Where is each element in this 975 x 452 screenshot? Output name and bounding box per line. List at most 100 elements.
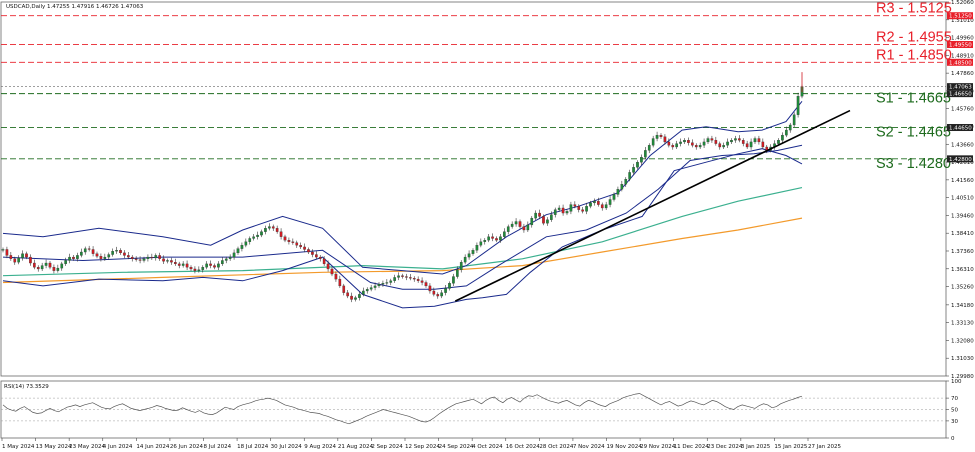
candle-body xyxy=(115,250,117,251)
price-badge-label: 1.42800 xyxy=(949,157,972,163)
level-label-support: S3 - 1.4280 xyxy=(876,156,951,172)
candle-body xyxy=(597,201,599,204)
candle-body xyxy=(652,139,654,146)
candle-body xyxy=(256,235,258,237)
rsi-tick-label: 70 xyxy=(951,396,958,402)
rsi-tick-label: 50 xyxy=(951,408,958,414)
rsi-tick-label: 100 xyxy=(951,379,962,385)
candle-body xyxy=(660,135,662,137)
candle-body xyxy=(2,249,4,250)
candle-body xyxy=(323,259,325,264)
level-label-resistance: R3 - 1.5125 xyxy=(876,1,952,17)
candle-body xyxy=(625,179,627,184)
date-tick-label: 4 Oct 2024 xyxy=(472,444,503,450)
candle-body xyxy=(390,281,392,283)
candle-body xyxy=(726,142,728,145)
candle-body xyxy=(25,254,27,257)
date-tick-label: 2 Sep 2024 xyxy=(371,444,403,450)
candle-body xyxy=(213,266,215,268)
price-badge-label: 1.51250 xyxy=(949,14,972,20)
date-tick-label: 19 Nov 2024 xyxy=(607,444,643,450)
candle-body xyxy=(433,291,435,294)
candle-body xyxy=(182,264,184,266)
candle-body xyxy=(284,237,286,240)
date-tick-label: 23 May 2024 xyxy=(69,444,105,450)
date-tick-label: 15 Jan 2025 xyxy=(774,444,807,450)
candle-body xyxy=(29,257,31,263)
date-tick-label: 13 May 2024 xyxy=(36,444,72,450)
candle-body xyxy=(429,286,431,291)
candle-body xyxy=(593,201,595,203)
candle-body xyxy=(382,283,384,284)
candle-body xyxy=(57,268,59,271)
price-panel-frame xyxy=(1,2,946,376)
candle-body xyxy=(672,145,674,147)
date-tick-label: 30 Jul 2024 xyxy=(271,444,303,450)
candle-body xyxy=(111,251,113,254)
date-tick-label: 8 Jul 2024 xyxy=(204,444,232,450)
candle-body xyxy=(719,144,721,147)
candle-body xyxy=(668,142,670,145)
candle-body xyxy=(683,140,685,142)
candle-body xyxy=(405,277,407,278)
candle-body xyxy=(413,278,415,279)
candle-body xyxy=(252,237,254,239)
price-tick-label: 1.49960 xyxy=(951,36,974,42)
candle-body xyxy=(155,255,157,258)
price-badge-label: 1.46650 xyxy=(949,92,972,98)
candle-body xyxy=(640,157,642,162)
candle-body xyxy=(531,218,533,225)
candle-body xyxy=(61,264,63,268)
candle-body xyxy=(186,264,188,267)
date-tick-label: 1 May 2024 xyxy=(2,444,35,450)
candle-body xyxy=(636,162,638,167)
candle-body xyxy=(738,139,740,141)
candle-body xyxy=(628,172,630,179)
candle-body xyxy=(609,200,611,205)
candle-body xyxy=(487,237,489,240)
candle-body xyxy=(570,205,572,212)
price-tick-label: 1.38410 xyxy=(951,231,974,237)
price-tick-label: 1.32080 xyxy=(951,338,974,344)
candle-body xyxy=(448,283,450,288)
candle-body xyxy=(722,145,724,147)
candle-body xyxy=(17,258,19,262)
candle-body xyxy=(139,260,141,261)
date-tick-label: 14 Jun 2024 xyxy=(136,444,170,450)
candle-body xyxy=(601,205,603,208)
candle-body xyxy=(131,257,133,259)
candle-body xyxy=(64,260,66,263)
candle-body xyxy=(202,267,204,270)
candle-body xyxy=(119,250,121,253)
level-label-support: S1 - 1.4665 xyxy=(876,91,951,107)
candle-body xyxy=(303,247,305,250)
candle-body xyxy=(272,227,274,229)
candle-body xyxy=(221,260,223,263)
usdcad-daily-chart: R3 - 1.5125R2 - 1.4955R1 - 1.4850S1 - 1.… xyxy=(0,0,975,452)
candle-body xyxy=(562,208,564,213)
candle-body xyxy=(331,269,333,274)
price-tick-label: 1.40510 xyxy=(951,196,974,202)
candle-body xyxy=(715,140,717,143)
rsi-axis: 1007050300 xyxy=(946,379,962,442)
candle-body xyxy=(96,254,98,257)
level-label-resistance: R2 - 1.4955 xyxy=(876,30,952,46)
candle-body xyxy=(49,263,51,267)
price-tick-label: 1.47860 xyxy=(951,71,974,77)
candle-body xyxy=(194,269,196,271)
candle-body xyxy=(339,279,341,286)
candle-body xyxy=(225,259,227,261)
candle-body xyxy=(468,254,470,257)
candle-body xyxy=(92,249,94,253)
candle-body xyxy=(135,259,137,260)
candle-body xyxy=(464,257,466,262)
price-badge-label: 1.49550 xyxy=(949,43,972,49)
candle-body xyxy=(546,220,548,223)
candle-body xyxy=(484,240,486,242)
price-tick-label: 1.48910 xyxy=(951,53,974,59)
price-tick-label: 1.34180 xyxy=(951,303,974,309)
candle-body xyxy=(276,228,278,231)
candle-body xyxy=(292,242,294,243)
candle-body xyxy=(793,115,795,125)
price-tick-label: 1.31030 xyxy=(951,356,974,362)
